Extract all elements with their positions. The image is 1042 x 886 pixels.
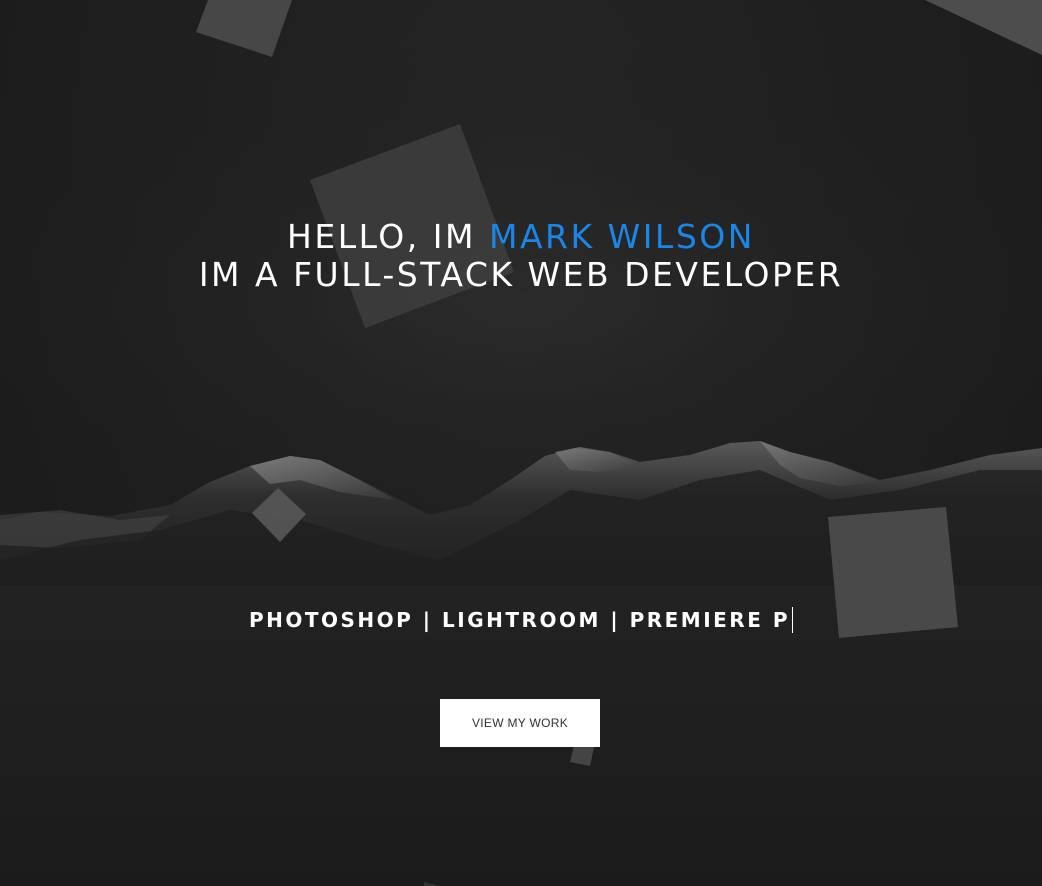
view-my-work-button[interactable]: VIEW MY WORK <box>440 699 600 747</box>
hero-background <box>0 0 1042 886</box>
floating-square <box>196 0 292 57</box>
role-subtitle: IM A FULL-STACK WEB DEVELOPER <box>198 255 844 294</box>
hero-headline: HELLO, IM MARK WILSON IM A FULL-STACK WE… <box>0 218 1042 294</box>
skills-typewriter: PHOTOSHOP | LIGHTROOM | PREMIERE P <box>0 606 1042 634</box>
greeting-prefix: HELLO, IM <box>287 217 489 256</box>
text-cursor-icon <box>792 607 793 633</box>
floating-square <box>925 0 1042 55</box>
skills-text: PHOTOSHOP | LIGHTROOM | PREMIERE P <box>248 608 790 632</box>
greeting-line: HELLO, IM MARK WILSON <box>0 218 1042 256</box>
developer-name: MARK WILSON <box>488 217 755 256</box>
hero-section: HELLO, IM MARK WILSON IM A FULL-STACK WE… <box>0 0 1042 886</box>
